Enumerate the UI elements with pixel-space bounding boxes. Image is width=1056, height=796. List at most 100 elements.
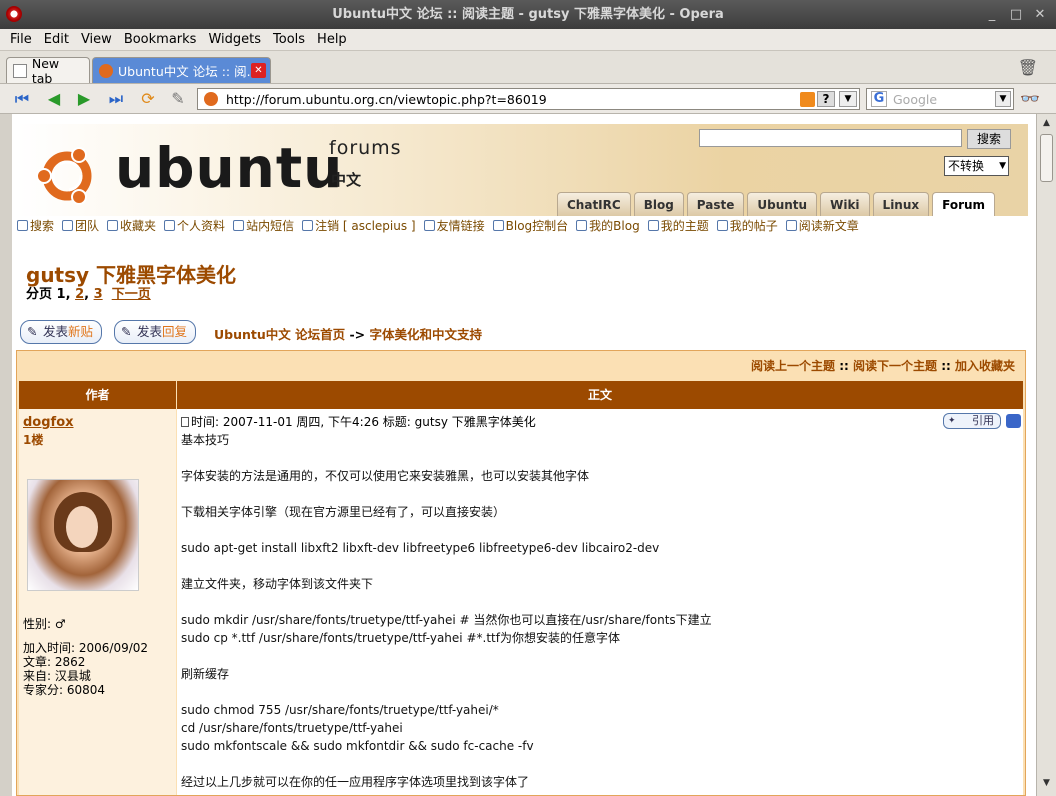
post-action-icon[interactable] [1006, 414, 1021, 428]
author-name[interactable]: dogfox [23, 415, 74, 430]
convert-select[interactable]: 不转换 [944, 156, 1009, 176]
opera-icon [6, 6, 22, 22]
message-icon [233, 219, 245, 231]
window-title: Ubuntu中文 论坛 :: 阅读主题 - gutsy 下雅黑字体美化 - Op… [332, 7, 724, 22]
scrollbar-thumb[interactable] [1040, 134, 1053, 182]
search-dropdown-icon[interactable]: ▼ [995, 91, 1011, 107]
fast-forward-icon[interactable]: ⏭ [104, 88, 128, 110]
topic-nav-row: 阅读上一个主题 :: 阅读下一个主题 :: 加入收藏夹 [17, 351, 1025, 381]
tab-linux[interactable]: Linux [872, 192, 930, 216]
link-my-posts[interactable]: 我的帖子 [716, 217, 778, 234]
breadcrumb-home[interactable]: Ubuntu中文 论坛首页 [214, 327, 345, 342]
team-icon [62, 219, 74, 231]
minimize-icon[interactable]: _ [984, 0, 1000, 29]
link-blog-console[interactable]: Blog控制台 [492, 217, 568, 234]
help-icon[interactable]: ? [817, 91, 835, 107]
post-line [181, 521, 1017, 539]
tab-forum[interactable]: Forum [932, 192, 996, 216]
left-panel-edge[interactable] [0, 114, 12, 796]
page-icon [13, 63, 27, 78]
rewind-icon[interactable]: ⏮ [10, 88, 34, 110]
navigation-toolbar: ⏮ ◀ ▶ ⏭ ⟳ ✎ http://forum.ubuntu.org.cn/v… [0, 84, 1056, 114]
post-floor: 1楼 [23, 433, 44, 447]
tab-paste[interactable]: Paste [686, 192, 745, 216]
avatar [27, 479, 139, 591]
forward-icon[interactable]: ▶ [72, 88, 96, 110]
close-tab-icon[interactable]: ✕ [251, 63, 266, 78]
breadcrumb: Ubuntu中文 论坛首页 -> 字体美化和中文支持 [214, 324, 482, 343]
site-tabs: ChatIRC Blog Paste Ubuntu Wiki Linux For… [557, 192, 996, 216]
pager-comma: , [84, 287, 90, 302]
ubuntu-logo-icon [36, 147, 92, 205]
post-line: cd /usr/share/fonts/truetype/ttf-yahei [181, 721, 403, 735]
menu-help[interactable]: Help [311, 32, 353, 47]
back-icon[interactable]: ◀ [42, 88, 66, 110]
menu-tools[interactable]: Tools [267, 32, 311, 47]
link-logout[interactable]: 注销 [ asclepius ] [302, 217, 416, 234]
search-box[interactable]: G Google ▼ [866, 88, 1014, 110]
scroll-down-icon[interactable]: ▼ [1039, 778, 1054, 792]
forum-search-button[interactable]: 搜索 [967, 129, 1011, 149]
post-line: 刷新缓存 [181, 667, 230, 681]
post-line: 基本技巧 [181, 433, 230, 447]
link-messages[interactable]: 站内短信 [233, 217, 294, 234]
edit-icon[interactable]: ✎ [166, 88, 190, 110]
maximize-icon[interactable]: □ [1008, 0, 1024, 29]
post-line: sudo apt-get install libxft2 libxft-dev … [181, 541, 660, 555]
add-favorite-link[interactable]: 加入收藏夹 [955, 359, 1015, 373]
quote-button[interactable]: 引用 [943, 413, 1001, 429]
forum-links: 搜索 团队 收藏夹 个人资料 站内短信 注销 [ asclepius ] 友情链… [17, 216, 1028, 234]
forum-search-input[interactable] [699, 129, 962, 147]
zh-label: 中文 [331, 171, 362, 189]
pager-label: 分页 [26, 287, 53, 302]
next-topic-link[interactable]: 阅读下一个主题 [853, 359, 937, 373]
friends-link-icon [423, 219, 435, 231]
menu-view[interactable]: View [75, 32, 118, 47]
tab-chatirc[interactable]: ChatIRC [557, 192, 631, 216]
link-new-posts[interactable]: 阅读新文章 [785, 217, 859, 234]
menu-bookmarks[interactable]: Bookmarks [118, 32, 203, 47]
link-search[interactable]: 搜索 [17, 217, 54, 234]
author-score: 专家分: 60804 [23, 683, 106, 697]
link-my-blog[interactable]: 我的Blog [576, 217, 640, 234]
post-line: 字体安装的方法是通用的，不仅可以使用它来安装雅黑，也可以安装其他字体 [181, 469, 590, 483]
post-line: sudo mkdir /usr/share/fonts/truetype/ttf… [181, 613, 712, 627]
topic-table: 阅读上一个主题 :: 阅读下一个主题 :: 加入收藏夹 作者 正文 dogfox… [16, 350, 1026, 796]
reply-button[interactable]: 发表回复 [114, 320, 196, 344]
prev-topic-link[interactable]: 阅读上一个主题 [751, 359, 835, 373]
tab-blog[interactable]: Blog [633, 192, 684, 216]
menu-file[interactable]: File [4, 32, 38, 47]
link-favorites[interactable]: 收藏夹 [107, 217, 156, 234]
blog-console-icon [492, 219, 504, 231]
link-friends[interactable]: 友情链接 [423, 217, 485, 234]
pager-page-2[interactable]: 2 [75, 287, 84, 302]
viewport: ▲ ▼ ubuntu forums 中文 搜索 不转换 ChatIRC Blog… [0, 114, 1056, 796]
blog-icon [576, 219, 588, 231]
link-my-topics[interactable]: 我的主题 [647, 217, 709, 234]
pager-page-3[interactable]: 3 [94, 287, 103, 302]
tab-ubuntu[interactable]: Ubuntu [747, 192, 818, 216]
pager-next[interactable]: 下一页 [112, 287, 151, 302]
link-team[interactable]: 团队 [62, 217, 99, 234]
ubuntu-wordmark: ubuntu [115, 136, 344, 200]
body-column-header: 正文 [177, 381, 1023, 409]
rss-icon[interactable] [800, 92, 815, 107]
scrollbar[interactable]: ▲ ▼ [1036, 114, 1056, 796]
scroll-up-icon[interactable]: ▲ [1039, 118, 1054, 132]
reload-icon[interactable]: ⟳ [136, 88, 160, 110]
trash-icon[interactable]: 🗑 [1018, 58, 1038, 77]
author-cell: dogfox 1楼 性别: ♂ 加入时间: 2006/09/02 文章: 286… [19, 409, 176, 795]
breadcrumb-category[interactable]: 字体美化和中文支持 [370, 327, 483, 342]
new-topic-button[interactable]: 发表新贴 [20, 320, 102, 344]
tab-active[interactable]: Ubuntu中文 论坛 :: 阅... ✕ [92, 57, 271, 83]
tab-wiki[interactable]: Wiki [820, 192, 870, 216]
menu-edit[interactable]: Edit [38, 32, 75, 47]
link-profile[interactable]: 个人资料 [164, 217, 225, 234]
glasses-icon[interactable]: 👓 [1020, 89, 1040, 108]
posts-icon [716, 219, 728, 231]
address-dropdown-icon[interactable]: ▼ [839, 91, 857, 107]
address-bar[interactable]: http://forum.ubuntu.org.cn/viewtopic.php… [197, 88, 860, 110]
close-icon[interactable]: ✕ [1032, 0, 1048, 29]
menu-widgets[interactable]: Widgets [202, 32, 267, 47]
tab-new[interactable]: New tab [6, 56, 90, 86]
